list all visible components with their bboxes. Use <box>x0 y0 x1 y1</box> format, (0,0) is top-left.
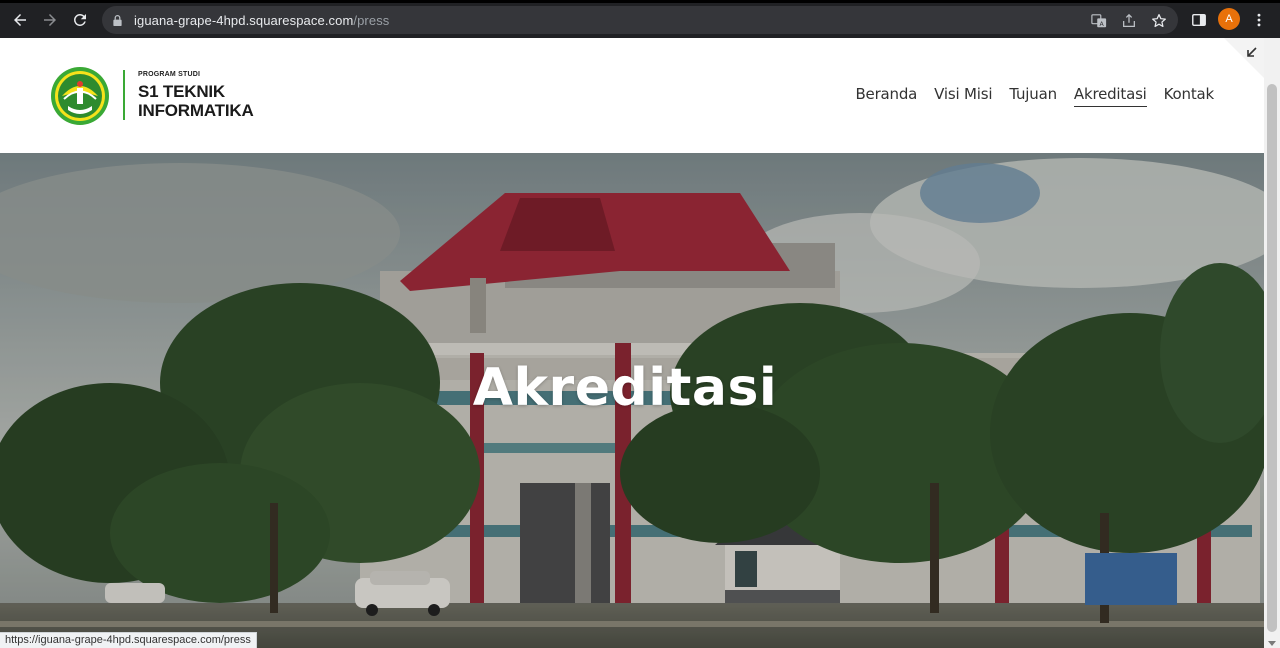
side-panel-icon <box>1192 13 1206 27</box>
share-icon[interactable] <box>1120 12 1138 30</box>
menu-button[interactable] <box>1248 9 1270 31</box>
nav-beranda[interactable]: Beranda <box>855 85 917 107</box>
link-status-bar: https://iguana-grape-4hpd.squarespace.co… <box>0 632 257 648</box>
nav-tujuan[interactable]: Tujuan <box>1009 85 1057 107</box>
arrow-right-icon <box>44 14 56 26</box>
hero-title: Akreditasi <box>472 358 778 418</box>
browser-toolbar: iguana-grape-4hpd.squarespace.com/press … <box>0 0 1280 38</box>
kebab-menu-icon <box>1257 13 1261 27</box>
tab-strip-edge <box>0 0 1280 3</box>
brand-title[interactable]: S1 TEKNIK INFORMATIKA <box>138 82 254 120</box>
scrollbar-thumb[interactable] <box>1267 84 1277 632</box>
translate-icon[interactable]: A <box>1090 12 1108 30</box>
hero-banner: Akreditasi <box>0 153 1264 648</box>
site-header: PROGRAM STUDI S1 TEKNIK INFORMATIKA Bera… <box>0 38 1264 153</box>
url-path: /press <box>353 12 390 28</box>
nav-akreditasi[interactable]: Akreditasi <box>1073 85 1147 107</box>
nav-kontak[interactable]: Kontak <box>1164 85 1215 107</box>
page-scrollbar[interactable] <box>1264 38 1280 648</box>
exit-fullscreen-icon[interactable] <box>1224 38 1264 78</box>
forward-button[interactable] <box>39 9 61 31</box>
back-button[interactable] <box>9 9 31 31</box>
reload-icon <box>73 13 86 26</box>
brand-title-line-2: INFORMATIKA <box>138 101 254 120</box>
star-icon[interactable] <box>1150 12 1168 30</box>
svg-text:A: A <box>1099 21 1104 28</box>
lock-icon <box>112 13 124 27</box>
university-logo[interactable] <box>50 66 110 126</box>
brand-divider <box>123 70 125 120</box>
address-bar[interactable]: iguana-grape-4hpd.squarespace.com/press … <box>102 6 1178 34</box>
web-page: PROGRAM STUDI S1 TEKNIK INFORMATIKA Bera… <box>0 38 1264 648</box>
brand-subtitle: PROGRAM STUDI <box>138 71 201 78</box>
brand-title-line-1: S1 TEKNIK <box>138 82 225 101</box>
arrow-left-icon <box>14 14 26 26</box>
side-panel-button[interactable] <box>1188 9 1210 31</box>
profile-avatar[interactable]: A <box>1218 8 1240 30</box>
reload-button[interactable] <box>69 9 91 31</box>
main-navigation: Beranda Visi Misi Tujuan Akreditasi Kont… <box>855 85 1214 107</box>
nav-visi-misi[interactable]: Visi Misi <box>934 85 992 107</box>
scroll-down-arrow-icon[interactable] <box>1268 641 1276 646</box>
url-host: iguana-grape-4hpd.squarespace.com <box>134 12 354 28</box>
url-text: iguana-grape-4hpd.squarespace.com/press <box>134 13 389 28</box>
